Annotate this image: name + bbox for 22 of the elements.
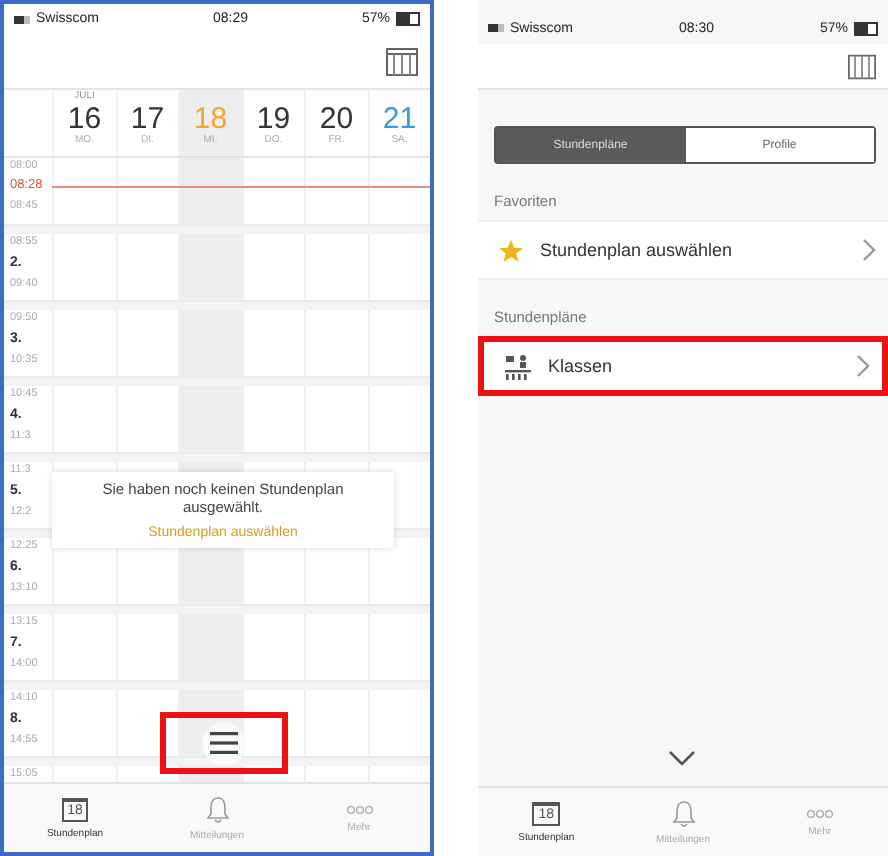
more-icon [345, 803, 373, 816]
day-number[interactable]: 19 [256, 103, 291, 134]
star-icon [497, 237, 524, 263]
list-row[interactable]: Klassen [477, 336, 888, 396]
classroom-icon [503, 353, 532, 379]
battery-icon [854, 21, 878, 35]
signal-icon [487, 24, 504, 32]
day-number[interactable]: 20 [319, 103, 354, 134]
bell-icon [205, 795, 229, 824]
menu-icon [210, 732, 238, 755]
week-view-icon[interactable] [385, 47, 418, 76]
signal-icon [14, 15, 30, 24]
chevron-down-icon[interactable] [668, 750, 697, 766]
more-icon [805, 807, 834, 819]
chevron-right-icon [856, 354, 870, 378]
week-view-icon[interactable] [848, 53, 876, 79]
bell-icon [671, 799, 695, 827]
battery-icon [395, 12, 420, 27]
day-number[interactable]: 17 [130, 103, 165, 134]
day-number[interactable]: 16 [67, 103, 102, 134]
list-row[interactable]: Stundenplan auswählen [477, 220, 888, 280]
chevron-right-icon [862, 238, 876, 262]
